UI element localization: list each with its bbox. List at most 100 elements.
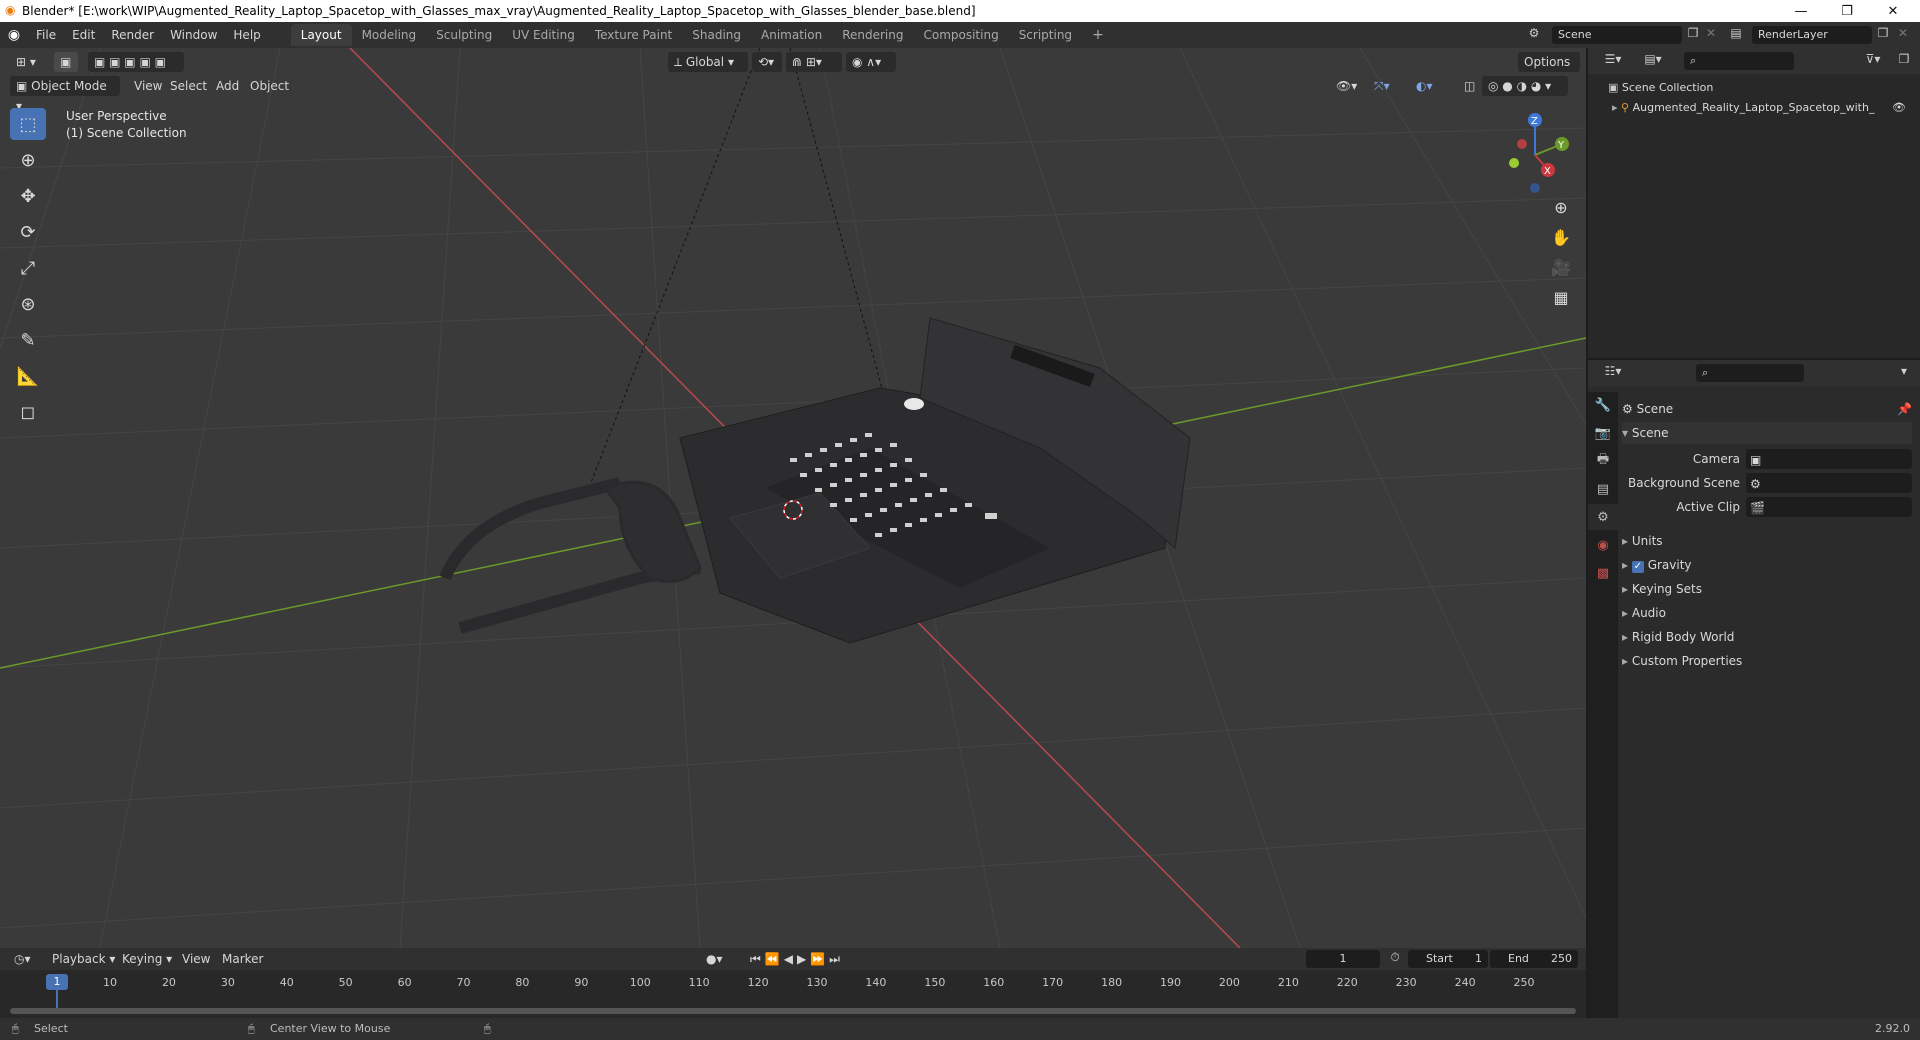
viewport-menu-view[interactable]: View	[128, 76, 168, 96]
cursor-tool-icon[interactable]: ⊕	[10, 144, 46, 176]
menu-edit[interactable]: Edit	[64, 24, 103, 46]
zoom-icon[interactable]: ⊕	[1548, 194, 1574, 220]
pivot-point-icon[interactable]: ⟲▾	[752, 52, 782, 72]
camera-view-icon[interactable]: 🎥	[1548, 254, 1574, 280]
menu-file[interactable]: File	[28, 24, 64, 46]
viewport-menu-add[interactable]: Add	[210, 76, 245, 96]
timeline-menu-playback[interactable]: Playback ▾	[46, 949, 121, 969]
3d-viewport[interactable]: ⊞ ▾ ▣ ▣ ▣ ▣ ▣ ▣ ⟂ Global ▾ ⟲▾ ⋒ ⊞▾ ◉ ∧▾ …	[0, 48, 1586, 948]
new-layer-icon[interactable]: ❐	[1874, 26, 1892, 40]
tab-texture-paint[interactable]: Texture Paint	[585, 24, 682, 46]
gravity-section[interactable]: ▸ ✓ Gravity	[1622, 554, 1912, 576]
xray-toggle-icon[interactable]: ◫	[1458, 76, 1481, 96]
timeline-ruler[interactable]: 1102030405060708090100110120130140150160…	[0, 970, 1586, 1018]
transform-tool-icon[interactable]: ⊛	[10, 288, 46, 320]
render-layer-selector[interactable]: RenderLayer	[1752, 26, 1872, 44]
proportional-edit-icon[interactable]: ◉ ∧▾	[846, 52, 896, 72]
world-tab-icon[interactable]: ◉	[1588, 532, 1618, 558]
outliner-search-field[interactable]: ⌕	[1684, 52, 1794, 70]
add-cube-tool-icon[interactable]: ◻	[10, 396, 46, 428]
scale-tool-icon[interactable]: ⤢	[10, 252, 46, 284]
playback-controls-icons[interactable]: ⏮⏪◀▶⏩⏭	[744, 949, 850, 969]
tab-modeling[interactable]: Modeling	[352, 24, 427, 46]
scene-icon[interactable]: ⚙	[1524, 26, 1544, 40]
gizmo-toggle-icon[interactable]: ⤧▾	[1368, 76, 1396, 96]
measure-tool-icon[interactable]: 📐	[10, 360, 46, 392]
add-workspace-button[interactable]: +	[1082, 24, 1114, 46]
end-frame-field[interactable]: End 250	[1490, 950, 1578, 968]
shading-mode-icons[interactable]: ◎ ● ◑ ◕ ▾	[1482, 76, 1568, 96]
tab-layout[interactable]: Layout	[290, 24, 352, 46]
timeline-scrollbar[interactable]	[10, 1008, 1576, 1014]
transform-orientation-dropdown[interactable]: ⟂ Global ▾	[668, 52, 748, 72]
render-tab-icon[interactable]: 📷	[1588, 420, 1618, 446]
tab-sculpting[interactable]: Sculpting	[426, 24, 502, 46]
delete-scene-icon[interactable]: ✕	[1702, 26, 1720, 40]
tab-uv-editing[interactable]: UV Editing	[502, 24, 585, 46]
keying-sets-section[interactable]: ▸ Keying Sets	[1622, 578, 1912, 600]
properties-options-icon[interactable]: ▾	[1894, 364, 1914, 378]
minimize-button[interactable]: —	[1778, 0, 1824, 22]
viewport-menu-select[interactable]: Select	[164, 76, 213, 96]
audio-section[interactable]: ▸ Audio	[1622, 602, 1912, 624]
scene-panel-header[interactable]: ▾ Scene	[1622, 422, 1912, 444]
texture-tab-icon[interactable]: ▩	[1588, 560, 1618, 586]
selection-mode-icons[interactable]: ▣ ▣ ▣ ▣ ▣	[88, 52, 184, 72]
new-scene-icon[interactable]: ❐	[1684, 26, 1702, 40]
timeline-editor-icon[interactable]: ◷▾	[8, 949, 37, 969]
outliner-editor-icon[interactable]: ☰▾	[1598, 52, 1628, 66]
tab-scripting[interactable]: Scripting	[1009, 24, 1082, 46]
menu-render[interactable]: Render	[103, 24, 162, 46]
select-tool-icon[interactable]: ⬚	[10, 108, 46, 140]
properties-editor-icon[interactable]: ☷▾	[1598, 364, 1628, 378]
timeline-menu-keying[interactable]: Keying ▾	[116, 949, 178, 969]
scene-tab-icon[interactable]: ⚙	[1588, 504, 1618, 530]
navigation-gizmo[interactable]: Z Y X	[1490, 110, 1580, 200]
pin-icon[interactable]: 📌	[1897, 398, 1912, 420]
tab-compositing[interactable]: Compositing	[913, 24, 1008, 46]
filter-icon[interactable]: ⊽▾	[1858, 52, 1888, 66]
background-scene-field[interactable]: ⚙	[1746, 473, 1912, 493]
pan-hand-icon[interactable]: ✋	[1548, 224, 1574, 250]
clock-icon[interactable]: ⏱	[1386, 950, 1404, 965]
eye-visibility-icon[interactable]: 👁	[1892, 98, 1906, 118]
gravity-checkbox[interactable]: ✓	[1631, 561, 1644, 573]
expand-arrow-icon[interactable]: ▸	[1612, 101, 1618, 114]
outliner-scene-collection[interactable]: ▣ Scene Collection	[1608, 78, 1713, 98]
rigid-body-world-section[interactable]: ▸ Rigid Body World	[1622, 626, 1912, 648]
start-frame-field[interactable]: Start 1	[1408, 950, 1488, 968]
rotate-tool-icon[interactable]: ⟳	[10, 216, 46, 248]
object-mode-dropdown[interactable]: ▣ Object Mode ▾	[10, 76, 120, 113]
view-layer-tab-icon[interactable]: ▤	[1588, 476, 1618, 502]
units-section[interactable]: ▸ Units	[1622, 530, 1912, 552]
tool-tab-icon[interactable]: 🔧	[1588, 392, 1618, 418]
move-tool-icon[interactable]: ✥	[10, 180, 46, 212]
outliner-object-row[interactable]: ▸ ⚲ Augmented_Reality_Laptop_Spacetop_wi…	[1612, 98, 1908, 118]
restore-button[interactable]: ❐	[1824, 0, 1870, 22]
tab-shading[interactable]: Shading	[682, 24, 751, 46]
select-box-icon[interactable]: ▣	[54, 52, 78, 72]
active-clip-field[interactable]: 🎬	[1746, 497, 1912, 517]
display-mode-icon[interactable]: ▤▾	[1638, 52, 1668, 66]
menu-window[interactable]: Window	[162, 24, 225, 46]
menu-help[interactable]: Help	[225, 24, 268, 46]
snap-icon[interactable]: ⋒ ⊞▾	[786, 52, 842, 72]
new-collection-icon[interactable]: ❐	[1894, 52, 1914, 66]
delete-layer-icon[interactable]: ✕	[1894, 26, 1912, 40]
scene-selector[interactable]: Scene	[1552, 26, 1682, 44]
tab-rendering[interactable]: Rendering	[832, 24, 913, 46]
custom-properties-section[interactable]: ▸ Custom Properties	[1622, 650, 1912, 672]
overlay-toggle-icon[interactable]: ◐▾	[1410, 76, 1439, 96]
timeline-menu-marker[interactable]: Marker	[216, 949, 269, 969]
output-tab-icon[interactable]: 🖶	[1588, 448, 1618, 474]
playhead[interactable]: 1	[46, 974, 68, 990]
laptop-model[interactable]	[679, 317, 1191, 644]
close-window-button[interactable]: ✕	[1870, 0, 1916, 22]
ortho-grid-icon[interactable]: ▦	[1548, 284, 1574, 310]
blender-menu-icon[interactable]: ◉	[0, 27, 28, 43]
visibility-icon[interactable]: 👁▾	[1330, 76, 1363, 96]
ar-glasses-model[interactable]	[439, 477, 702, 634]
camera-field[interactable]: ▣	[1746, 449, 1912, 469]
viewport-menu-object[interactable]: Object	[244, 76, 295, 96]
annotate-tool-icon[interactable]: ✎	[10, 324, 46, 356]
